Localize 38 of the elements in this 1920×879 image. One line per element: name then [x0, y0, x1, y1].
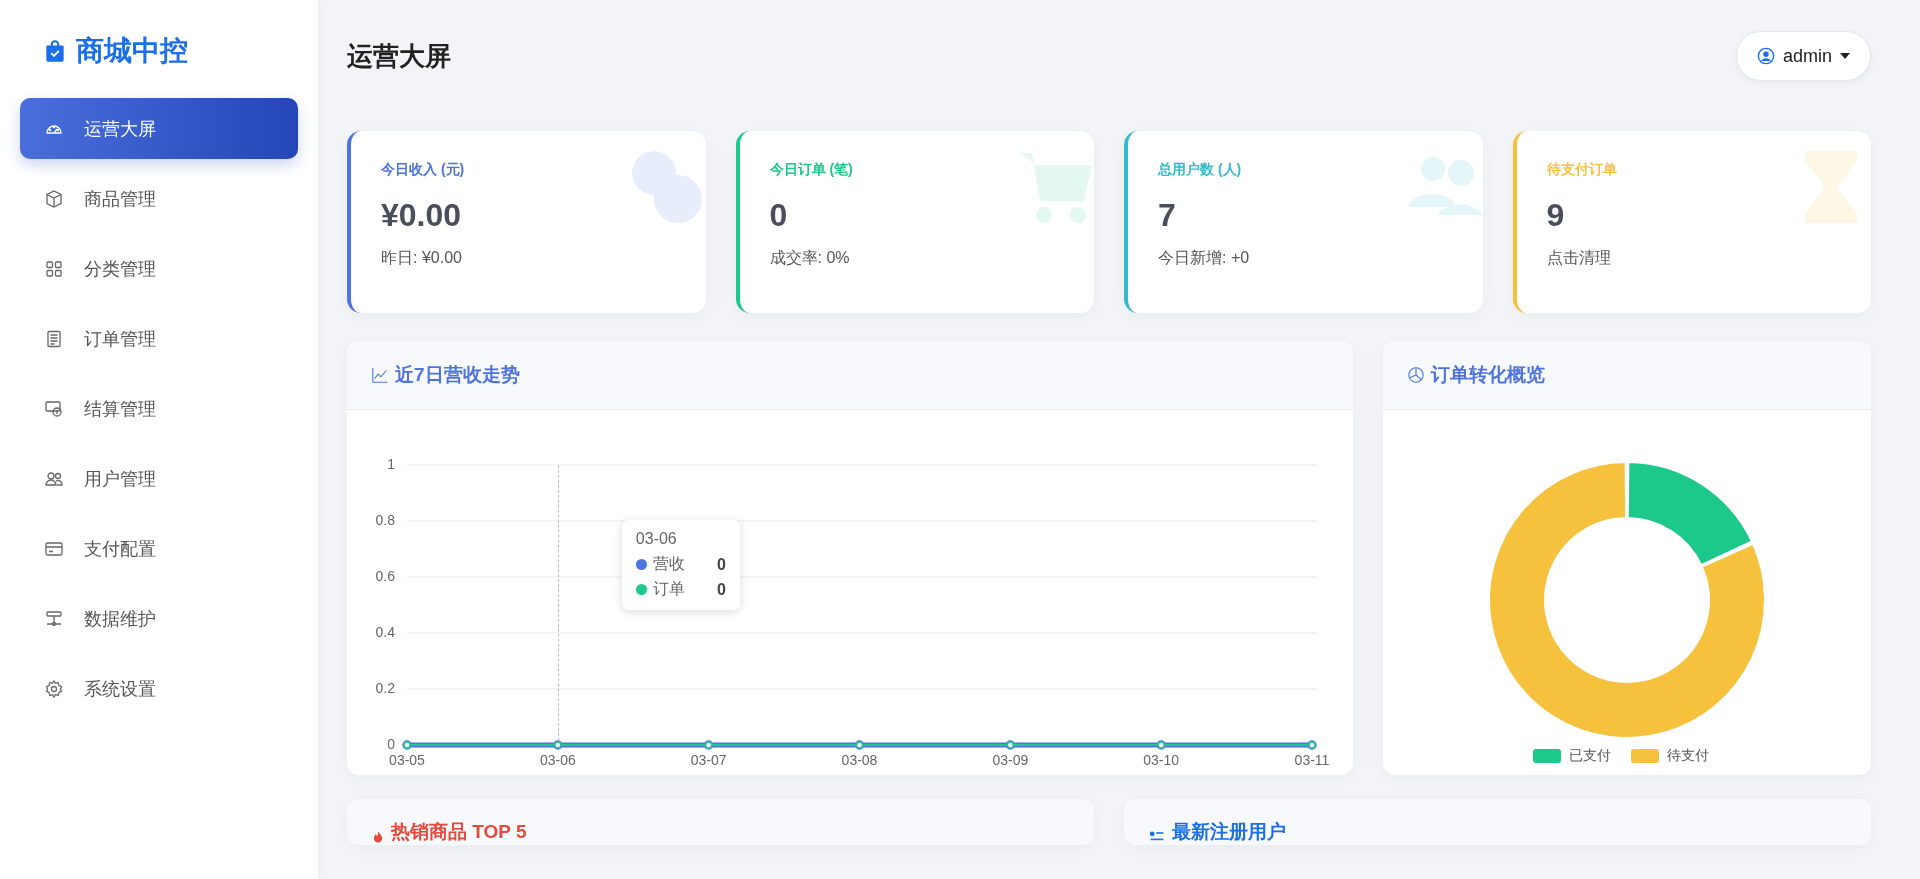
x-tick-label: 03-07: [690, 752, 727, 768]
y-tick-label: 0.4: [375, 624, 396, 640]
card-value: ¥0.00: [381, 197, 463, 234]
y-tick-label: 1: [387, 456, 396, 472]
tooltip-series-name: 订单: [652, 579, 685, 599]
x-tick-label: 03-10: [1143, 752, 1180, 768]
y-tick-label: 0.8: [375, 512, 396, 528]
card-value: 7: [1158, 197, 1177, 234]
tooltip-value: 0: [715, 580, 726, 599]
card-title: 待支付订单: [1546, 161, 1618, 179]
panel-title: 热销商品 TOP 5: [391, 820, 527, 844]
card-note: 成交率: 0%: [769, 248, 851, 268]
y-tick-label: 0: [387, 736, 396, 752]
legend-label: 已支付: [1569, 747, 1611, 765]
page-title: 运营大屏: [347, 39, 451, 73]
panel-title: 近7日营收走势: [395, 363, 520, 387]
card-title: 今日收入 (元): [381, 161, 466, 179]
tooltip-date: 03-06: [635, 530, 678, 548]
card-note: 今日新增: +0: [1158, 248, 1251, 268]
x-tick-label: 03-09: [992, 752, 1029, 768]
card-value: 0: [769, 197, 789, 234]
y-tick-label: 0.6: [375, 568, 396, 584]
x-tick-label: 03-08: [841, 752, 878, 768]
y-tick-label: 0.2: [375, 680, 396, 696]
panel-title: 最新注册用户: [1172, 820, 1286, 844]
x-tick-label: 03-06: [539, 752, 576, 768]
legend-label: 待支付: [1667, 747, 1709, 765]
tooltip-series-name: 营收: [652, 554, 685, 574]
x-tick-label: 03-11: [1294, 752, 1330, 768]
card-value: 9: [1546, 197, 1566, 234]
card-note: 昨日: ¥0.00: [381, 248, 463, 268]
panel-title: 订单转化概览: [1431, 363, 1545, 387]
tooltip-value: 0: [715, 555, 726, 574]
card-note: 点击清理: [1546, 248, 1612, 268]
card-title: 今日订单 (笔): [769, 161, 854, 179]
x-tick-label: 03-05: [389, 752, 426, 768]
brand-name: 商城中控: [76, 34, 188, 68]
card-title: 总用户数 (人): [1158, 161, 1243, 179]
